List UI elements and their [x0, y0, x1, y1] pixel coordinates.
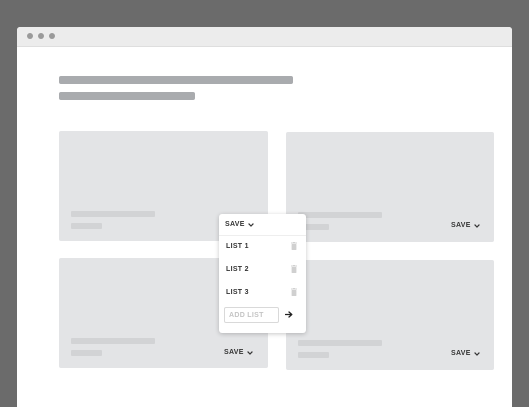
card-title-placeholder	[71, 338, 155, 344]
card-title-placeholder	[298, 212, 382, 218]
window-titlebar	[17, 27, 512, 47]
list-item-label: LIST 2	[226, 266, 249, 273]
page-subtitle-placeholder	[59, 92, 195, 100]
chevron-down-icon	[473, 223, 480, 228]
card[interactable]: SAVE	[286, 260, 494, 370]
card-title-placeholder	[71, 211, 155, 217]
card-meta-placeholder	[298, 352, 329, 358]
save-dropdown-toggle[interactable]: SAVE	[219, 214, 306, 236]
save-to-list-dropdown: SAVE LIST 1 LIST 2 LIST 3	[219, 214, 306, 333]
list-item[interactable]: LIST 1	[219, 237, 306, 257]
chevron-down-icon	[473, 351, 480, 356]
window-maximize-dot[interactable]	[49, 33, 55, 39]
window-minimize-dot[interactable]	[38, 33, 44, 39]
chevron-down-icon	[246, 350, 253, 355]
save-button[interactable]: SAVE	[224, 349, 253, 356]
save-button[interactable]: SAVE	[225, 221, 254, 228]
save-label: SAVE	[224, 349, 244, 356]
card-meta-placeholder	[71, 350, 102, 356]
save-button[interactable]: SAVE	[451, 222, 480, 229]
save-label: SAVE	[451, 350, 471, 357]
card-meta-placeholder	[71, 223, 102, 229]
trash-icon[interactable]	[291, 265, 297, 273]
save-label: SAVE	[225, 221, 245, 228]
list-item[interactable]: LIST 2	[219, 260, 306, 280]
save-button[interactable]: SAVE	[451, 350, 480, 357]
save-label: SAVE	[451, 222, 471, 229]
list-item[interactable]: LIST 3	[219, 283, 306, 303]
card[interactable]: SAVE	[286, 132, 494, 242]
chevron-down-icon	[247, 222, 254, 227]
list-item-label: LIST 3	[226, 289, 249, 296]
trash-icon[interactable]	[291, 242, 297, 250]
add-list-input[interactable]	[224, 307, 279, 323]
window-close-dot[interactable]	[27, 33, 33, 39]
page-title-placeholder	[59, 76, 293, 84]
arrow-right-icon[interactable]	[285, 311, 293, 318]
trash-icon[interactable]	[291, 288, 297, 296]
list-item-label: LIST 1	[226, 243, 249, 250]
card-title-placeholder	[298, 340, 382, 346]
